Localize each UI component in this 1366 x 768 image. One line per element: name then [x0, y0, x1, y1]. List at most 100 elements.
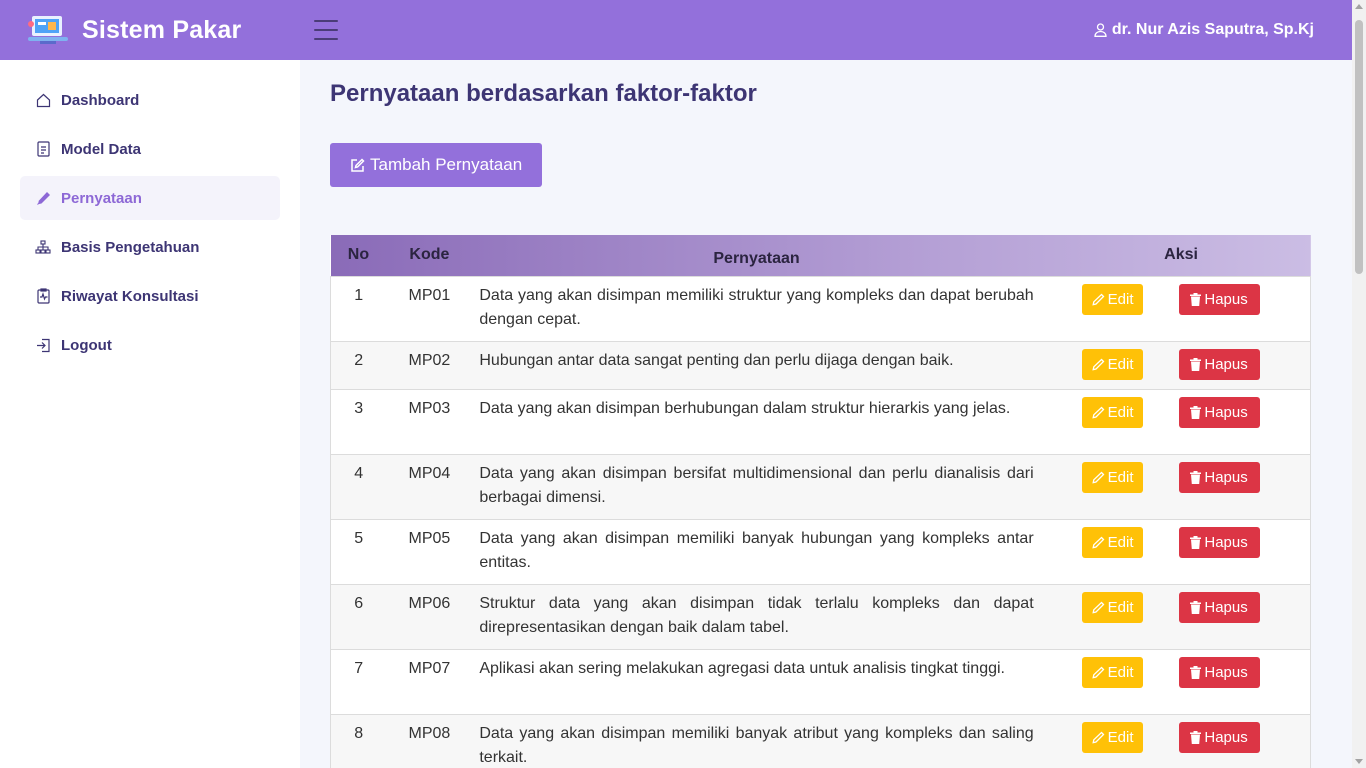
- trash-icon: [1190, 292, 1202, 306]
- row-statement: Data yang akan disimpan bersifat multidi…: [472, 453, 1052, 519]
- edit-label: Edit: [1107, 533, 1134, 551]
- add-statement-button[interactable]: Tambah Pernyataan: [330, 143, 543, 187]
- row-statement: Data yang akan disimpan berhubungan dala…: [472, 388, 1052, 454]
- delete-button[interactable]: Hapus: [1178, 656, 1260, 688]
- table-row: 2 MP02 Hubungan antar data sangat penting …: [330, 340, 1311, 389]
- pencil-icon: [35, 190, 51, 206]
- row-kode: MP04: [386, 453, 473, 519]
- sidebar-item-label: Dashboard: [61, 91, 140, 109]
- menu-toggle-icon[interactable]: [314, 20, 338, 40]
- edit-label: Edit: [1107, 663, 1134, 681]
- edit-button[interactable]: Edit: [1082, 591, 1144, 623]
- table-header-row: No Kode Pernyataan Aksi: [330, 235, 1311, 276]
- row-kode: MP06: [386, 583, 473, 649]
- row-kode: MP01: [386, 275, 473, 341]
- row-delete-cell: Hapus: [1173, 340, 1311, 389]
- delete-label: Hapus: [1204, 355, 1248, 373]
- pencil-icon: [1092, 601, 1105, 613]
- row-edit-cell: Edit: [1051, 713, 1174, 768]
- edit-button[interactable]: Edit: [1082, 396, 1144, 428]
- trash-icon: [1190, 600, 1202, 614]
- delete-label: Hapus: [1204, 533, 1248, 551]
- edit-label: Edit: [1107, 355, 1134, 373]
- header-kode: Kode: [409, 246, 450, 264]
- pencil-icon: [1092, 406, 1105, 418]
- row-kode: MP08: [386, 713, 473, 768]
- row-edit-cell: Edit: [1051, 275, 1174, 341]
- scroll-thumb[interactable]: [1355, 20, 1363, 274]
- edit-label: Edit: [1107, 403, 1134, 421]
- user-menu[interactable]: dr. Nur Azis Saputra, Sp.Kj: [1094, 21, 1314, 39]
- sidebar-item-basis-pengetahuan[interactable]: Basis Pengetahuan: [20, 225, 280, 269]
- edit-button[interactable]: Edit: [1082, 721, 1144, 753]
- row-no: 1: [330, 275, 387, 341]
- pencil-icon: [1092, 731, 1105, 743]
- scroll-up-arrow-icon[interactable]: [1355, 4, 1363, 9]
- delete-label: Hapus: [1204, 598, 1248, 616]
- row-no: 6: [330, 583, 387, 649]
- row-no: 3: [330, 388, 387, 454]
- clipboard-pulse-icon: [35, 288, 51, 304]
- delete-button[interactable]: Hapus: [1178, 348, 1260, 380]
- delete-button[interactable]: Hapus: [1178, 526, 1260, 558]
- header-pernyataan: Pernyataan: [713, 249, 800, 267]
- header-aksi: Aksi: [1164, 246, 1198, 264]
- trash-icon: [1190, 405, 1202, 419]
- delete-label: Hapus: [1204, 468, 1248, 486]
- hierarchy-icon: [35, 239, 51, 255]
- table-row: 4 MP04 Data yang akan disimpan bersifat mu…: [330, 453, 1311, 519]
- user-icon: [1094, 23, 1107, 37]
- edit-button[interactable]: Edit: [1082, 461, 1144, 493]
- sidebar-item-logout[interactable]: Logout: [20, 323, 280, 367]
- trash-icon: [1190, 535, 1202, 549]
- row-statement: Data yang akan disimpan memiliki banyak …: [472, 518, 1052, 584]
- sidebar-item-label: Basis Pengetahuan: [61, 238, 200, 256]
- user-name: dr. Nur Azis Saputra, Sp.Kj: [1111, 21, 1314, 38]
- trash-icon: [1190, 730, 1202, 744]
- row-delete-cell: Hapus: [1173, 648, 1311, 714]
- edit-button[interactable]: Edit: [1082, 283, 1144, 315]
- delete-button[interactable]: Hapus: [1178, 283, 1260, 315]
- logout-icon: [35, 337, 51, 353]
- sidebar-item-dashboard[interactable]: Dashboard: [20, 78, 280, 122]
- row-statement: Data yang akan disimpan memiliki struktu…: [472, 275, 1052, 341]
- edit-label: Edit: [1107, 468, 1134, 486]
- trash-icon: [1190, 357, 1202, 371]
- table-row: 8 MP08 Data yang akan disimpan memiliki ba…: [330, 713, 1311, 768]
- row-edit-cell: Edit: [1051, 340, 1174, 389]
- main-content: Pernyataan berdasarkan faktor-faktor Tam…: [300, 60, 1352, 768]
- row-delete-cell: Hapus: [1173, 275, 1311, 341]
- table-row: 7 MP07 Aplikasi akan sering melakukan agre…: [330, 648, 1311, 714]
- delete-label: Hapus: [1204, 290, 1248, 308]
- table-row: 1 MP01 Data yang akan disimpan memiliki st…: [330, 275, 1311, 341]
- sidebar-item-label: Pernyataan: [61, 189, 142, 207]
- document-icon: [35, 141, 51, 157]
- edit-button[interactable]: Edit: [1082, 348, 1144, 380]
- delete-label: Hapus: [1204, 728, 1248, 746]
- scrollbar[interactable]: [1352, 0, 1366, 768]
- row-statement: Data yang akan disimpan memiliki banyak …: [472, 713, 1052, 768]
- delete-button[interactable]: Hapus: [1178, 396, 1260, 428]
- row-edit-cell: Edit: [1051, 453, 1174, 519]
- row-statement: Hubungan antar data sangat penting dan p…: [472, 340, 1052, 389]
- trash-icon: [1190, 665, 1202, 679]
- row-edit-cell: Edit: [1051, 583, 1174, 649]
- edit-button[interactable]: Edit: [1082, 526, 1144, 558]
- row-delete-cell: Hapus: [1173, 388, 1311, 454]
- brand[interactable]: Sistem Pakar: [0, 0, 300, 60]
- scroll-down-arrow-icon[interactable]: [1355, 759, 1363, 764]
- delete-button[interactable]: Hapus: [1178, 461, 1260, 493]
- delete-button[interactable]: Hapus: [1178, 591, 1260, 623]
- table-row: 6 MP06 Struktur data yang akan disimpan ti…: [330, 583, 1311, 649]
- statements-table: No Kode Pernyataan Aksi 1 MP01 Data yang a…: [330, 235, 1311, 768]
- sidebar-item-riwayat-konsultasi[interactable]: Riwayat Konsultasi: [20, 274, 280, 318]
- row-kode: MP02: [386, 340, 473, 389]
- brand-logo-icon: [28, 16, 68, 44]
- home-icon: [35, 92, 51, 108]
- sidebar: Dashboard Model Data Pernyataan Basis Pe…: [0, 60, 300, 768]
- sidebar-item-model-data[interactable]: Model Data: [20, 127, 280, 171]
- sidebar-item-pernyataan[interactable]: Pernyataan: [20, 176, 280, 220]
- delete-button[interactable]: Hapus: [1178, 721, 1260, 753]
- header-no: No: [347, 246, 370, 264]
- edit-button[interactable]: Edit: [1082, 656, 1144, 688]
